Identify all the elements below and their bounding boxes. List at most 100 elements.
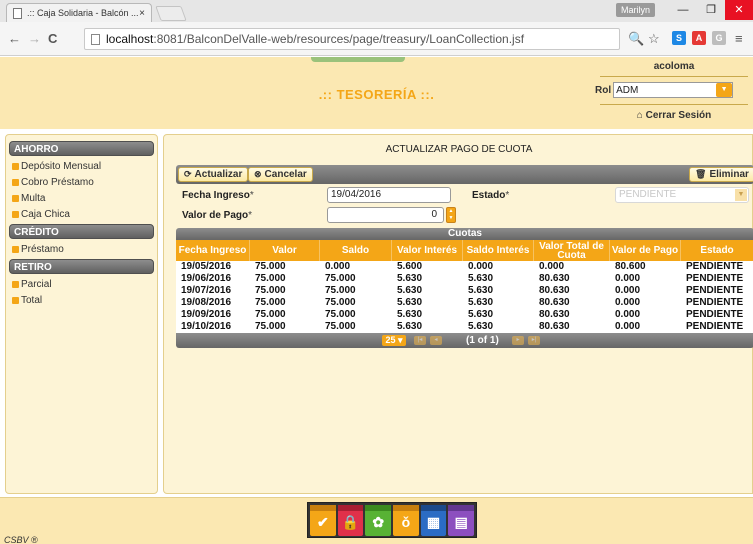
sidebar-item-parcial[interactable]: Parcial: [6, 276, 157, 292]
tab-close-icon[interactable]: ×: [139, 8, 145, 19]
module-money[interactable]: ǒ: [393, 505, 419, 536]
sidebar-item-deposito-mensual[interactable]: Depósito Mensual: [6, 158, 157, 174]
sidebar-item-label: Multa: [21, 192, 46, 204]
browser-tab[interactable]: .:: Caja Solidaria - Balcón ... ×: [6, 3, 152, 22]
table-row[interactable]: 19/10/2016 75.000 75.000 5.630 5.630 80.630 0.…: [176, 321, 753, 333]
table-cell: 75.000: [255, 297, 286, 308]
bookmark-star-icon[interactable]: ☆: [648, 31, 660, 47]
chevron-down-icon[interactable]: ▼: [735, 189, 747, 201]
table-caption: Cuotas: [176, 228, 753, 240]
check-icon: ✔: [316, 514, 329, 530]
rol-select[interactable]: ADM ▼: [613, 82, 734, 98]
table-cell: 80.630: [539, 297, 570, 308]
table-cell: 0.000: [615, 321, 641, 332]
estado-select[interactable]: PENDIENTE ▼: [615, 187, 749, 203]
table-cell: 75.000: [325, 309, 356, 320]
header-tab-handle[interactable]: [311, 57, 405, 62]
table-cell: 80.630: [539, 309, 570, 320]
table-cell: 0.000: [615, 309, 641, 320]
reload-icon[interactable]: C: [48, 31, 57, 46]
module-document[interactable]: ▤: [448, 505, 475, 536]
table-cell: 5.630: [468, 285, 494, 296]
extension-g-icon[interactable]: G: [712, 31, 726, 45]
table-cell: 5.630: [397, 285, 423, 296]
user-panel: acoloma Rol ADM ▼ ⌂ Cerrar Sesión: [595, 59, 748, 127]
sidebar-item-label: Depósito Mensual: [21, 160, 102, 172]
sidebar-item-prestamo[interactable]: Préstamo: [6, 241, 157, 257]
sidebar-section-credito[interactable]: CRÉDITO: [9, 224, 154, 239]
fecha-ingreso-input[interactable]: 19/04/2016: [327, 187, 451, 203]
sidebar-item-multa[interactable]: Multa: [6, 190, 157, 206]
spin-down-icon[interactable]: ▼: [449, 215, 454, 221]
column-header[interactable]: Saldo: [320, 240, 392, 261]
table-cell: 0.000: [615, 297, 641, 308]
table-cell: 5.600: [397, 261, 423, 272]
valor-pago-spinner[interactable]: ▲ ▼: [446, 207, 456, 223]
logout-label: Cerrar Sesión: [645, 110, 712, 121]
table-row[interactable]: 19/06/2016 75.000 75.000 5.630 5.630 80.630 0.…: [176, 273, 753, 285]
calculator-icon: ▦: [426, 514, 441, 530]
trash-icon: 🗑: [695, 169, 707, 179]
sidebar-item-caja-chica[interactable]: Caja Chica: [6, 206, 157, 222]
table-row[interactable]: 19/05/2016 75.000 0.000 5.600 0.000 0.000 80.6…: [176, 261, 753, 273]
column-header[interactable]: Estado: [681, 240, 753, 261]
module-gear[interactable]: ✿: [365, 505, 392, 536]
update-button[interactable]: ⟳ Actualizar: [178, 167, 249, 182]
table-cell: 5.630: [468, 273, 494, 284]
table-row[interactable]: 19/07/2016 75.000 75.000 5.630 5.630 80.630 0.…: [176, 285, 753, 297]
restore-button[interactable]: ❐: [697, 0, 725, 20]
rows-per-page-select[interactable]: 25 ▾: [382, 335, 406, 346]
column-header[interactable]: Valor Total de Cuota: [534, 240, 610, 261]
last-page-icon[interactable]: ▸|: [528, 336, 540, 345]
spin-up-icon[interactable]: ▲: [449, 208, 454, 214]
close-window-button[interactable]: ✕: [725, 0, 753, 20]
zoom-icon[interactable]: 🔍: [628, 31, 644, 47]
table-cell: 80.600: [615, 261, 646, 272]
estado-value: PENDIENTE: [619, 189, 677, 200]
address-bar[interactable]: localhost:8081/BalconDelValle-web/resour…: [84, 28, 620, 50]
valor-pago-input[interactable]: 0: [327, 207, 444, 223]
table-row[interactable]: 19/09/2016 75.000 75.000 5.630 5.630 80.630 0.…: [176, 309, 753, 321]
extension-icon[interactable]: A: [692, 31, 706, 45]
new-tab-button[interactable]: [155, 6, 187, 21]
menu-icon[interactable]: ≡: [735, 31, 743, 46]
sidebar-item-label: Parcial: [21, 278, 52, 290]
skype-extension-icon[interactable]: S: [672, 31, 686, 45]
cancel-button[interactable]: ⊗ Cancelar: [248, 167, 313, 182]
table-cell: 19/10/2016: [181, 321, 232, 332]
table-cell: 80.630: [539, 285, 570, 296]
first-page-icon[interactable]: |◂: [414, 336, 426, 345]
page-info-icon[interactable]: [91, 33, 100, 45]
column-header[interactable]: Saldo Interés: [463, 240, 534, 261]
table-cell: 19/09/2016: [181, 309, 232, 320]
next-page-icon[interactable]: ▸: [512, 336, 524, 345]
delete-button[interactable]: 🗑 Eliminar: [689, 167, 753, 182]
sidebar-section-ahorro[interactable]: AHORRO: [9, 141, 154, 156]
sidebar-item-label: Préstamo: [21, 243, 64, 255]
paginator: 25 ▾ |◂ ◂ (1 of 1) ▸ ▸|: [176, 333, 753, 348]
column-header[interactable]: Valor Interés: [392, 240, 463, 261]
sidebar-section-retiro[interactable]: RETIRO: [9, 259, 154, 274]
prev-page-icon[interactable]: ◂: [430, 336, 442, 345]
module-check[interactable]: ✔: [310, 505, 336, 536]
back-arrow-icon[interactable]: ←: [8, 31, 21, 46]
table-row[interactable]: 19/08/2016 75.000 75.000 5.630 5.630 80.630 0.…: [176, 297, 753, 309]
sidebar-item-cobro-prestamo[interactable]: Cobro Préstamo: [6, 174, 157, 190]
form-toolbar: ⟳ Actualizar ⊗ Cancelar 🗑 Eliminar: [176, 165, 753, 184]
profile-badge[interactable]: Marilyn: [616, 3, 656, 17]
column-header[interactable]: Valor: [250, 240, 320, 261]
module-lock[interactable]: 🔒: [337, 505, 364, 536]
sidebar-item-label: Cobro Préstamo: [21, 176, 94, 188]
column-header[interactable]: Fecha Ingreso: [176, 240, 250, 261]
minimize-button[interactable]: —: [669, 0, 697, 20]
column-header[interactable]: Valor de Pago: [610, 240, 681, 261]
forward-arrow-icon[interactable]: →: [28, 31, 41, 46]
sidebar-item-total[interactable]: Total: [6, 292, 157, 308]
username: acoloma: [600, 59, 748, 77]
module-calculator[interactable]: ▦: [420, 505, 447, 536]
home-icon: ⌂: [636, 110, 643, 121]
logout-link[interactable]: ⌂ Cerrar Sesión: [600, 104, 748, 121]
chevron-down-icon[interactable]: ▼: [716, 83, 733, 97]
table-cell: 75.000: [255, 261, 286, 272]
table-cell: PENDIENTE: [686, 321, 744, 332]
